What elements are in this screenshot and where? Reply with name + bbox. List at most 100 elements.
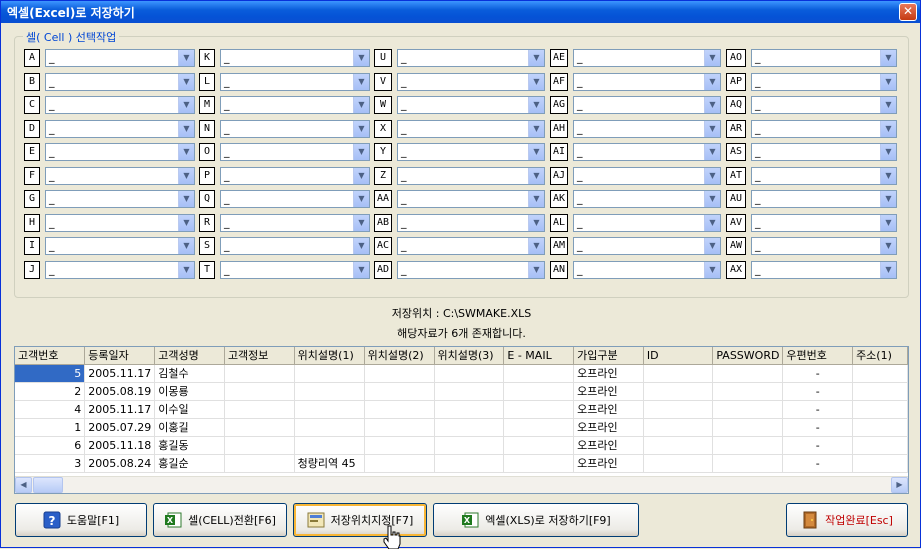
cell-dropdown-p[interactable]: _ ▼ bbox=[220, 166, 370, 185]
chevron-down-icon[interactable]: ▼ bbox=[880, 120, 896, 137]
chevron-down-icon[interactable]: ▼ bbox=[528, 214, 544, 231]
chevron-down-icon[interactable]: ▼ bbox=[353, 144, 369, 160]
chevron-down-icon[interactable]: ▼ bbox=[704, 50, 720, 66]
chevron-down-icon[interactable]: ▼ bbox=[178, 191, 194, 207]
chevron-down-icon[interactable]: ▼ bbox=[353, 50, 369, 66]
finish-button[interactable]: 작업완료[Esc] bbox=[786, 503, 908, 537]
cell-dropdown-f[interactable]: _ ▼ bbox=[45, 166, 195, 185]
chevron-down-icon[interactable]: ▼ bbox=[178, 214, 194, 231]
chevron-down-icon[interactable]: ▼ bbox=[178, 238, 194, 254]
chevron-down-icon[interactable]: ▼ bbox=[353, 120, 369, 137]
column-header[interactable]: 위치설명(2) bbox=[364, 347, 435, 365]
cell-dropdown-m[interactable]: _ ▼ bbox=[220, 96, 370, 114]
chevron-down-icon[interactable]: ▼ bbox=[704, 261, 720, 278]
column-header[interactable]: E - MAIL bbox=[503, 347, 575, 365]
chevron-down-icon[interactable]: ▼ bbox=[880, 73, 896, 90]
chevron-down-icon[interactable]: ▼ bbox=[704, 191, 720, 207]
column-header[interactable]: 위치설명(3) bbox=[434, 347, 505, 365]
close-button[interactable]: ✕ bbox=[899, 3, 917, 21]
table-row[interactable]: 3 2005.08.24 홍길순 청량리역 45 오프라인 - bbox=[15, 454, 908, 473]
save-location-button[interactable]: 저장위치지정[F7] bbox=[293, 503, 427, 537]
chevron-down-icon[interactable]: ▼ bbox=[353, 238, 369, 254]
chevron-down-icon[interactable]: ▼ bbox=[178, 97, 194, 113]
cell-dropdown-t[interactable]: _ ▼ bbox=[220, 260, 370, 279]
cell-dropdown-aw[interactable]: _ ▼ bbox=[751, 237, 897, 255]
chevron-down-icon[interactable]: ▼ bbox=[704, 167, 720, 184]
cell-dropdown-aa[interactable]: _ ▼ bbox=[397, 190, 545, 208]
cell-dropdown-aq[interactable]: _ ▼ bbox=[751, 96, 897, 114]
cell-dropdown-ao[interactable]: _ ▼ bbox=[751, 49, 897, 67]
cell-dropdown-z[interactable]: _ ▼ bbox=[397, 166, 545, 185]
chevron-down-icon[interactable]: ▼ bbox=[178, 261, 194, 278]
column-header[interactable]: 고객정보 bbox=[224, 347, 295, 365]
cell-dropdown-ap[interactable]: _ ▼ bbox=[751, 72, 897, 91]
cell-dropdown-ar[interactable]: _ ▼ bbox=[751, 119, 897, 138]
cell-dropdown-l[interactable]: _ ▼ bbox=[220, 72, 370, 91]
chevron-down-icon[interactable]: ▼ bbox=[528, 73, 544, 90]
cell-dropdown-ac[interactable]: _ ▼ bbox=[397, 237, 545, 255]
chevron-down-icon[interactable]: ▼ bbox=[178, 73, 194, 90]
cell-dropdown-v[interactable]: _ ▼ bbox=[397, 72, 545, 91]
help-button[interactable]: ? 도움말[F1] bbox=[15, 503, 147, 537]
chevron-down-icon[interactable]: ▼ bbox=[353, 73, 369, 90]
column-header[interactable]: 가입구분 bbox=[573, 347, 644, 365]
scroll-right-button[interactable]: ▶ bbox=[891, 477, 908, 493]
chevron-down-icon[interactable]: ▼ bbox=[528, 238, 544, 254]
cell-dropdown-an[interactable]: _ ▼ bbox=[573, 260, 721, 279]
chevron-down-icon[interactable]: ▼ bbox=[353, 97, 369, 113]
cell-convert-button[interactable]: X 셀(CELL)전환[F6] bbox=[153, 503, 287, 537]
cell-dropdown-x[interactable]: _ ▼ bbox=[397, 119, 545, 138]
chevron-down-icon[interactable]: ▼ bbox=[704, 238, 720, 254]
cell-dropdown-ag[interactable]: _ ▼ bbox=[573, 96, 721, 114]
cell-dropdown-w[interactable]: _ ▼ bbox=[397, 96, 545, 114]
scroll-thumb[interactable] bbox=[33, 477, 63, 493]
column-header[interactable]: 주소(1) bbox=[852, 347, 908, 365]
cell-dropdown-ad[interactable]: _ ▼ bbox=[397, 260, 545, 279]
chevron-down-icon[interactable]: ▼ bbox=[880, 261, 896, 278]
chevron-down-icon[interactable]: ▼ bbox=[704, 144, 720, 160]
cell-dropdown-ak[interactable]: _ ▼ bbox=[573, 190, 721, 208]
column-header[interactable]: 등록일자 bbox=[84, 347, 156, 365]
cell-dropdown-o[interactable]: _ ▼ bbox=[220, 143, 370, 161]
data-grid[interactable]: 고객번호 등록일자 고객성명 고객정보 위치설명(1) 위치설명(2) 위치설명(3) E -… bbox=[14, 346, 909, 494]
chevron-down-icon[interactable]: ▼ bbox=[353, 214, 369, 231]
chevron-down-icon[interactable]: ▼ bbox=[528, 120, 544, 137]
cell-dropdown-q[interactable]: _ ▼ bbox=[220, 190, 370, 208]
chevron-down-icon[interactable]: ▼ bbox=[178, 120, 194, 137]
cell-dropdown-au[interactable]: _ ▼ bbox=[751, 190, 897, 208]
chevron-down-icon[interactable]: ▼ bbox=[353, 191, 369, 207]
cell-dropdown-r[interactable]: _ ▼ bbox=[220, 213, 370, 232]
table-row[interactable]: 1 2005.07.29 이홍길 오프라인 - bbox=[15, 418, 908, 437]
cell-dropdown-ab[interactable]: _ ▼ bbox=[397, 213, 545, 232]
chevron-down-icon[interactable]: ▼ bbox=[353, 167, 369, 184]
chevron-down-icon[interactable]: ▼ bbox=[528, 261, 544, 278]
chevron-down-icon[interactable]: ▼ bbox=[880, 214, 896, 231]
table-row[interactable]: 2 2005.08.19 이몽룡 오프라인 - bbox=[15, 382, 908, 401]
chevron-down-icon[interactable]: ▼ bbox=[178, 144, 194, 160]
chevron-down-icon[interactable]: ▼ bbox=[528, 191, 544, 207]
chevron-down-icon[interactable]: ▼ bbox=[178, 50, 194, 66]
column-header[interactable]: ID bbox=[643, 347, 714, 365]
column-header[interactable]: 고객성명 bbox=[154, 347, 225, 365]
cell-dropdown-ae[interactable]: _ ▼ bbox=[573, 49, 721, 67]
column-header[interactable]: 고객번호 bbox=[15, 347, 86, 365]
cell-dropdown-s[interactable]: _ ▼ bbox=[220, 237, 370, 255]
cell-dropdown-ai[interactable]: _ ▼ bbox=[573, 143, 721, 161]
table-row[interactable]: 5 2005.11.17 김철수 오프라인 - bbox=[15, 364, 908, 383]
cell-dropdown-af[interactable]: _ ▼ bbox=[573, 72, 721, 91]
save-excel-button[interactable]: X 엑셀(XLS)로 저장하기[F9] bbox=[433, 503, 639, 537]
cell-dropdown-u[interactable]: _ ▼ bbox=[397, 49, 545, 67]
cell-dropdown-g[interactable]: _ ▼ bbox=[45, 190, 195, 208]
column-header[interactable]: PASSWORD bbox=[712, 347, 784, 365]
cell-dropdown-am[interactable]: _ ▼ bbox=[573, 237, 721, 255]
chevron-down-icon[interactable]: ▼ bbox=[880, 167, 896, 184]
cell-dropdown-d[interactable]: _ ▼ bbox=[45, 119, 195, 138]
chevron-down-icon[interactable]: ▼ bbox=[880, 144, 896, 160]
cell-dropdown-as[interactable]: _ ▼ bbox=[751, 143, 897, 161]
cell-dropdown-ax[interactable]: _ ▼ bbox=[751, 260, 897, 279]
chevron-down-icon[interactable]: ▼ bbox=[880, 191, 896, 207]
chevron-down-icon[interactable]: ▼ bbox=[880, 238, 896, 254]
chevron-down-icon[interactable]: ▼ bbox=[704, 120, 720, 137]
scroll-left-button[interactable]: ◀ bbox=[15, 477, 32, 493]
cell-dropdown-j[interactable]: _ ▼ bbox=[45, 260, 195, 279]
